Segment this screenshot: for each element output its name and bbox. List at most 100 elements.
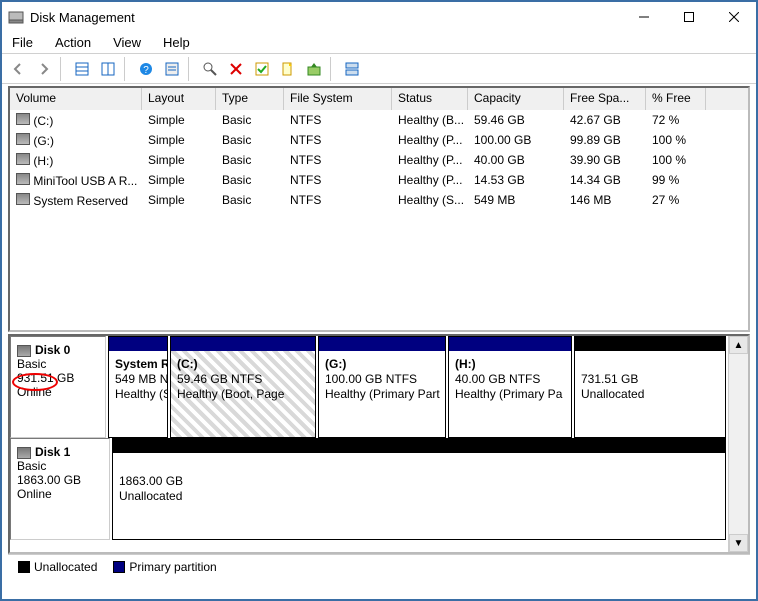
- volume-status: Healthy (S...: [392, 192, 468, 208]
- disk-row: Disk 0Basic931.51 GBOnlineSystem Re549 M…: [10, 336, 728, 438]
- action-button[interactable]: [302, 57, 326, 81]
- volume-list[interactable]: Volume Layout Type File System Status Ca…: [8, 86, 750, 332]
- volume-fs: NTFS: [284, 132, 392, 148]
- toolbar: ?: [2, 54, 756, 84]
- legend-unallocated: Unallocated: [18, 560, 97, 574]
- volume-free: 39.90 GB: [564, 152, 646, 168]
- partition[interactable]: (G:)100.00 GB NTFSHealthy (Primary Part: [318, 336, 446, 438]
- disk-status: Online: [17, 487, 103, 501]
- search-button[interactable]: [198, 57, 222, 81]
- volume-name: System Reserved: [33, 194, 128, 208]
- scroll-down[interactable]: ▼: [729, 534, 748, 552]
- layout-button[interactable]: [340, 57, 364, 81]
- scrollbar[interactable]: ▲ ▼: [728, 336, 748, 552]
- volume-fs: NTFS: [284, 192, 392, 208]
- disk-size: 931.51 GB: [17, 371, 99, 385]
- partition-status: Healthy (Primary Part: [325, 387, 439, 402]
- disk-info[interactable]: Disk 0Basic931.51 GBOnline: [10, 336, 106, 438]
- partition-title: (H:): [455, 357, 565, 372]
- app-icon: [8, 9, 24, 25]
- view-list-button[interactable]: [70, 57, 94, 81]
- volume-free: 99.89 GB: [564, 132, 646, 148]
- col-status[interactable]: Status: [392, 88, 468, 110]
- partition[interactable]: 731.51 GBUnallocated: [574, 336, 726, 438]
- partition-status: Healthy (Primary Pa: [455, 387, 565, 402]
- col-free[interactable]: Free Spa...: [564, 88, 646, 110]
- minimize-button[interactable]: [621, 3, 666, 31]
- volume-type: Basic: [216, 112, 284, 128]
- col-volume[interactable]: Volume: [10, 88, 142, 110]
- partition[interactable]: (H:)40.00 GB NTFSHealthy (Primary Pa: [448, 336, 572, 438]
- volume-layout: Simple: [142, 132, 216, 148]
- menu-file[interactable]: File: [8, 34, 37, 51]
- volume-icon: [16, 153, 30, 165]
- col-layout[interactable]: Layout: [142, 88, 216, 110]
- title-bar: Disk Management: [2, 2, 756, 32]
- volume-type: Basic: [216, 192, 284, 208]
- maximize-button[interactable]: [666, 3, 711, 31]
- volume-capacity: 59.46 GB: [468, 112, 564, 128]
- volume-row[interactable]: (H:)SimpleBasicNTFSHealthy (P...40.00 GB…: [10, 150, 748, 170]
- volume-free: 146 MB: [564, 192, 646, 208]
- volume-row[interactable]: (C:)SimpleBasicNTFSHealthy (B...59.46 GB…: [10, 110, 748, 130]
- volume-icon: [16, 193, 30, 205]
- volume-name: (H:): [33, 154, 53, 168]
- volume-name: (C:): [33, 114, 53, 128]
- partition-header-unallocated: [575, 337, 725, 351]
- col-pct[interactable]: % Free: [646, 88, 706, 110]
- delete-button[interactable]: [224, 57, 248, 81]
- volume-row[interactable]: MiniTool USB A R...SimpleBasicNTFSHealth…: [10, 170, 748, 190]
- help-button[interactable]: ?: [134, 57, 158, 81]
- partition[interactable]: System Re549 MB NTHealthy (S: [108, 336, 168, 438]
- col-capacity[interactable]: Capacity: [468, 88, 564, 110]
- menu-action[interactable]: Action: [51, 34, 95, 51]
- properties-button[interactable]: [160, 57, 184, 81]
- partition[interactable]: (C:)59.46 GB NTFSHealthy (Boot, Page: [170, 336, 316, 438]
- volume-row[interactable]: (G:)SimpleBasicNTFSHealthy (P...100.00 G…: [10, 130, 748, 150]
- back-button[interactable]: [6, 57, 30, 81]
- disk-type: Basic: [17, 357, 99, 371]
- volume-type: Basic: [216, 152, 284, 168]
- disk-info[interactable]: Disk 1Basic1863.00 GBOnline: [10, 438, 110, 540]
- view-detail-button[interactable]: [96, 57, 120, 81]
- volume-pct: 27 %: [646, 192, 706, 208]
- legend-primary: Primary partition: [113, 560, 216, 574]
- volume-free: 42.67 GB: [564, 112, 646, 128]
- new-button[interactable]: [276, 57, 300, 81]
- col-filesystem[interactable]: File System: [284, 88, 392, 110]
- col-type[interactable]: Type: [216, 88, 284, 110]
- partition-size: 100.00 GB NTFS: [325, 372, 439, 387]
- volume-layout: Simple: [142, 192, 216, 208]
- partition-status: Unallocated: [581, 387, 719, 402]
- legend: Unallocated Primary partition: [8, 554, 750, 578]
- volume-header: Volume Layout Type File System Status Ca…: [10, 88, 748, 110]
- disk-size: 1863.00 GB: [17, 473, 103, 487]
- volume-icon: [16, 133, 30, 145]
- menu-view[interactable]: View: [109, 34, 145, 51]
- volume-icon: [16, 113, 30, 125]
- volume-layout: Simple: [142, 172, 216, 188]
- forward-button[interactable]: [32, 57, 56, 81]
- toolbar-sep: [124, 57, 130, 81]
- volume-pct: 100 %: [646, 152, 706, 168]
- partition[interactable]: 1863.00 GBUnallocated: [112, 438, 726, 540]
- partition-status: Unallocated: [119, 489, 719, 504]
- close-button[interactable]: [711, 3, 756, 31]
- disk-status: Online: [17, 385, 99, 399]
- window-title: Disk Management: [30, 10, 621, 25]
- volume-icon: [16, 173, 30, 185]
- volume-capacity: 14.53 GB: [468, 172, 564, 188]
- partition-header-primary: [109, 337, 167, 351]
- scroll-up[interactable]: ▲: [729, 336, 748, 354]
- apply-button[interactable]: [250, 57, 274, 81]
- volume-pct: 99 %: [646, 172, 706, 188]
- menu-help[interactable]: Help: [159, 34, 194, 51]
- volume-fs: NTFS: [284, 172, 392, 188]
- volume-layout: Simple: [142, 112, 216, 128]
- volume-capacity: 100.00 GB: [468, 132, 564, 148]
- partition-size: 549 MB NT: [115, 372, 161, 387]
- swatch-unallocated: [18, 561, 30, 573]
- volume-row[interactable]: System Reserved SimpleBasicNTFSHealthy (S…: [10, 190, 748, 210]
- volume-type: Basic: [216, 132, 284, 148]
- partition-title: (G:): [325, 357, 439, 372]
